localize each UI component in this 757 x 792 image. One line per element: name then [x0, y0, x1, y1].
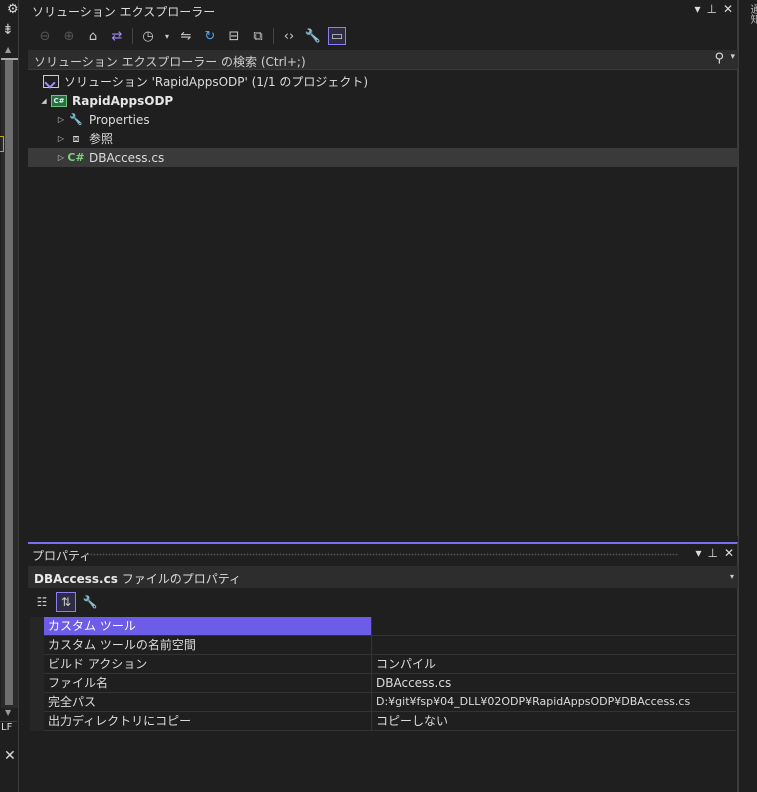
grid-gutter [30, 617, 44, 731]
scrollbar-thumb[interactable] [5, 60, 13, 705]
property-name: 出力ディレクトリにコピー [44, 712, 372, 730]
properties-panel: プロパティ ▾ ⊥ ✕ DBAccess.cs ファイルのプロパティ ▾ ☷ ⇅… [28, 542, 738, 792]
references-icon: ⧈ [72, 131, 80, 145]
change-marker [0, 136, 4, 152]
object-selector[interactable]: DBAccess.cs ファイルのプロパティ ▾ [28, 566, 738, 588]
solution-explorer-toolbar: ⊖ ⊕ ⌂ ⇄ ◷ ▾ ⇋ ↻ ⊟ ⧉ ‹› 🔧 ▭ [28, 24, 738, 48]
tree-item-label: 参照 [89, 132, 114, 146]
property-name: カスタム ツール [44, 617, 372, 635]
property-row[interactable]: カスタム ツールの名前空間 [44, 636, 736, 655]
property-row[interactable]: 完全パス D:¥git¥fsp¥04_DLL¥02ODP¥RapidAppsOD… [44, 693, 736, 712]
properties-titlebar: プロパティ ▾ ⊥ ✕ [28, 544, 738, 564]
object-file-name: DBAccess.cs [34, 572, 118, 586]
dropdown-icon[interactable]: ▾ [695, 546, 701, 560]
close-icon[interactable]: ✕ [4, 748, 16, 764]
properties-title: プロパティ [32, 549, 92, 563]
sync-active-document-icon[interactable]: ⇋ [177, 27, 195, 45]
refresh-icon[interactable]: ↻ [201, 27, 219, 45]
solution-explorer: ソリューション エクスプローラー ▾ ⊥ ✕ ⊖ ⊕ ⌂ ⇄ ◷ ▾ ⇋ ↻ ⊟… [28, 0, 738, 536]
pane-controls: ▾ ⊥ ✕ [694, 2, 733, 16]
split-editor-icon[interactable]: ⇟ [2, 22, 18, 38]
solution-explorer-search[interactable]: ソリューション エクスプローラー の検索 (Ctrl+;) ⚲ ▾ [28, 50, 738, 70]
collapsed-arrow-icon[interactable]: ▷ [55, 153, 67, 162]
pending-changes-filter-icon[interactable]: ◷ [139, 27, 157, 45]
object-selector-label: DBAccess.cs ファイルのプロパティ [34, 570, 241, 587]
toolbar-separator [273, 28, 274, 44]
tree-item-file[interactable]: ▷ C# DBAccess.cs [28, 148, 738, 167]
search-input[interactable]: ソリューション エクスプローラー の検索 (Ctrl+;) [34, 53, 306, 70]
toolbar-separator [132, 28, 133, 44]
tree-item-label: RapidAppsODP [72, 93, 174, 108]
property-row[interactable]: カスタム ツール [44, 617, 736, 636]
pin-icon[interactable]: ⊥ [707, 546, 717, 560]
property-name: ビルド アクション [44, 655, 372, 673]
property-name: カスタム ツールの名前空間 [44, 636, 372, 654]
search-icon[interactable]: ⚲ [714, 51, 724, 66]
property-value[interactable]: DBAccess.cs [372, 674, 736, 692]
close-icon[interactable]: ✕ [723, 2, 733, 16]
property-row[interactable]: ファイル名 DBAccess.cs [44, 674, 736, 693]
drag-handle[interactable] [84, 553, 679, 556]
property-value[interactable] [372, 617, 736, 635]
scroll-up-icon[interactable]: ▲ [5, 45, 15, 55]
switch-views-icon[interactable]: ⇄ [108, 27, 126, 45]
property-name: 完全パス [44, 693, 372, 711]
csharp-file-icon: C# [67, 151, 85, 164]
collapsed-arrow-icon[interactable]: ▷ [55, 134, 67, 143]
scroll-down-icon[interactable]: ▼ [5, 708, 11, 717]
gear-icon[interactable]: ⚙ [7, 2, 23, 18]
solution-icon [42, 74, 60, 90]
properties-toolbar: ☷ ⇅ 🔧 [32, 592, 100, 612]
collapsed-arrow-icon[interactable]: ▷ [55, 115, 67, 124]
wrench-icon: 🔧 [69, 113, 83, 126]
show-all-files-icon[interactable]: ⧉ [249, 27, 267, 45]
tree-item-properties[interactable]: ▷ 🔧 Properties [28, 110, 738, 129]
property-grid: カスタム ツール カスタム ツールの名前空間 ビルド アクション コンパイル フ… [44, 617, 736, 731]
chevron-down-icon[interactable]: ▾ [730, 52, 735, 62]
pane-controls: ▾ ⊥ ✕ [695, 546, 734, 560]
property-value[interactable]: コンパイル [372, 655, 736, 673]
alphabetical-icon[interactable]: ⇅ [56, 592, 76, 612]
categorized-icon[interactable]: ☷ [32, 592, 52, 612]
right-strip-tab[interactable]: 通知 [746, 4, 757, 24]
tree-item-label: Properties [89, 112, 150, 127]
view-code-icon[interactable]: ‹› [280, 27, 298, 45]
tree-item-project[interactable]: ◢ C# RapidAppsODP [28, 91, 738, 110]
csharp-project-icon: C# [50, 93, 68, 109]
forward-icon[interactable]: ⊕ [60, 27, 78, 45]
property-row[interactable]: 出力ディレクトリにコピー コピーしない [44, 712, 736, 731]
pin-icon[interactable]: ⊥ [706, 2, 716, 16]
back-icon[interactable]: ⊖ [36, 27, 54, 45]
preview-selected-items-icon[interactable]: ▭ [328, 27, 346, 45]
chevron-down-icon[interactable]: ▾ [730, 572, 734, 581]
property-value[interactable]: コピーしない [372, 712, 736, 730]
right-tool-strip [738, 0, 757, 792]
home-icon[interactable]: ⌂ [84, 27, 102, 45]
solution-explorer-title: ソリューション エクスプローラー [32, 5, 216, 19]
tree-item-label: ソリューション 'RapidAppsODP' (1/1 のプロジェクト) [64, 75, 369, 89]
dropdown-icon[interactable]: ▾ [694, 2, 700, 16]
properties-wrench-icon[interactable]: 🔧 [304, 27, 322, 45]
editor-divider [18, 0, 19, 792]
expanded-arrow-icon[interactable]: ◢ [38, 97, 50, 105]
tree-item-solution[interactable]: ソリューション 'RapidAppsODP' (1/1 のプロジェクト) [28, 72, 738, 91]
object-type: ファイルのプロパティ [121, 572, 241, 586]
property-value[interactable] [372, 636, 736, 654]
chevron-down-icon[interactable]: ▾ [163, 27, 171, 45]
property-name: ファイル名 [44, 674, 372, 692]
tree-item-label: DBAccess.cs [89, 150, 165, 165]
line-ending-indicator[interactable]: LF [0, 721, 17, 739]
collapse-all-icon[interactable]: ⊟ [225, 27, 243, 45]
close-icon[interactable]: ✕ [724, 546, 734, 560]
property-row[interactable]: ビルド アクション コンパイル [44, 655, 736, 674]
property-pages-wrench-icon[interactable]: 🔧 [80, 592, 100, 612]
property-value[interactable]: D:¥git¥fsp¥04_DLL¥02ODP¥RapidAppsODP¥DBA… [372, 693, 736, 711]
tree-item-references[interactable]: ▷ ⧈ 参照 [28, 129, 738, 148]
